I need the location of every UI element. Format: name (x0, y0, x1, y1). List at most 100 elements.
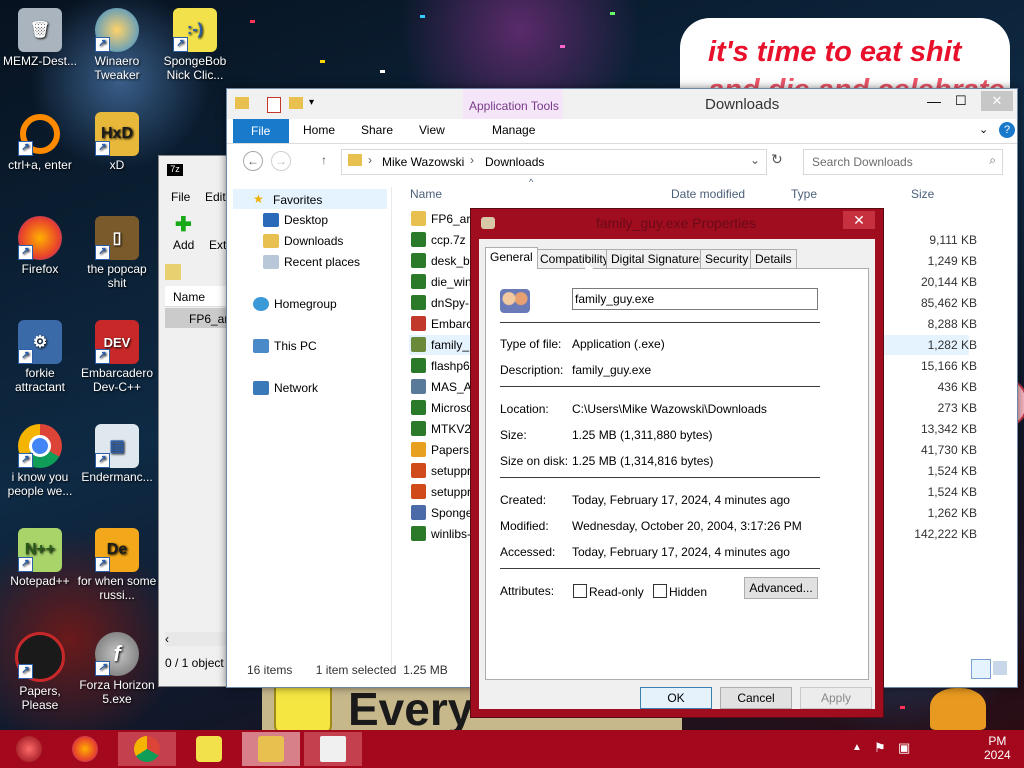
7zip-add-button[interactable]: Add (173, 238, 194, 252)
dialog-close-icon[interactable]: ✕ (843, 211, 875, 229)
file-icon (411, 379, 426, 394)
taskbar-firefox[interactable] (56, 732, 114, 766)
desktop-icon-spongebob[interactable]: :-) ↗ SpongeBob Nick Clic... (155, 8, 235, 82)
desktop-icon-label: Papers, Please (19, 684, 61, 712)
desktop-icon-winaero[interactable]: ↗ Winaero Tweaker (77, 8, 157, 82)
desktop-icon-notepadpp[interactable]: N++ ↗ Notepad++ (0, 528, 80, 588)
nav-favorites[interactable]: ★ Favorites (233, 189, 387, 209)
properties-qat-icon[interactable] (267, 97, 281, 113)
cancel-button[interactable]: Cancel (720, 687, 792, 709)
maximize-icon[interactable]: ☐ (955, 93, 967, 109)
tab-manage[interactable]: Manage (492, 123, 535, 137)
nav-desktop[interactable]: Desktop (263, 213, 328, 227)
close-icon[interactable]: ✕ (981, 91, 1013, 111)
desktop-icon-de[interactable]: De ↗ for when some russi... (77, 528, 157, 602)
show-hidden-icons[interactable]: ▲ (852, 742, 862, 753)
desktop-icon-memz[interactable]: 🗑 MEMZ-Dest... (0, 8, 80, 68)
large-icons-view-icon[interactable] (993, 661, 1007, 675)
tab-digital-signatures[interactable]: Digital Signatures (606, 249, 711, 268)
address-dropdown-icon[interactable]: ⌄ (750, 153, 760, 167)
folder-up-icon[interactable] (165, 264, 181, 280)
readonly-checkbox[interactable] (573, 584, 587, 598)
file-size: 273 KB (937, 401, 977, 415)
tab-compatibility[interactable]: Compatibility (535, 249, 614, 268)
readonly-label[interactable]: Read-only (589, 585, 644, 599)
confetti (380, 70, 385, 73)
action-center-flag-icon[interactable]: ⚑ (874, 740, 886, 756)
nav-homegroup[interactable]: Homegroup (253, 297, 337, 311)
computer-icon (253, 339, 269, 353)
tab-view[interactable]: View (419, 123, 445, 137)
tab-share[interactable]: Share (361, 123, 393, 137)
recycle-bin-icon: 🗑 (18, 8, 62, 52)
hidden-checkbox[interactable] (653, 584, 667, 598)
nav-network[interactable]: Network (253, 381, 318, 395)
search-input[interactable]: Search Downloads ⌕ (803, 149, 1003, 175)
file-size: 1,282 KB (927, 338, 977, 352)
7zip-menu-edit[interactable]: Edit (205, 190, 226, 204)
7zip-file-row[interactable]: FP6_arc (165, 308, 235, 328)
refresh-icon[interactable]: ↻ (771, 151, 783, 168)
taskbar-explorer[interactable] (242, 732, 300, 766)
help-icon[interactable]: ? (999, 122, 1015, 138)
navigation-pane: ★ Favorites Desktop Downloads Recent pla… (227, 187, 392, 667)
column-type[interactable]: Type (791, 187, 817, 201)
clock[interactable]: PM 2024 (984, 734, 1011, 762)
nav-this-pc[interactable]: This PC (253, 339, 317, 353)
desktop-icon-papers-please[interactable]: ↗ Papers, Please (0, 632, 80, 712)
attributes-label: Attributes: (500, 584, 555, 598)
up-button[interactable]: ↑ (321, 153, 327, 167)
address-bar[interactable]: › Mike Wazowski › Downloads ⌄ (341, 149, 767, 175)
nav-recent[interactable]: Recent places (263, 255, 360, 269)
desktop-icon-popcap[interactable]: ▯ ↗ the popcap shit (77, 216, 157, 290)
desktop-icon-devcpp[interactable]: DEV ↗ Embarcadero Dev-C++ (77, 320, 157, 394)
wallpaper-banner: it's time to eat shit and die and celebr… (680, 18, 1010, 106)
forward-button[interactable]: → (271, 151, 291, 171)
network-tray-icon[interactable]: ▣ (898, 740, 910, 756)
devcpp-icon: DEV ↗ (95, 320, 139, 364)
minimize-icon[interactable]: — (927, 93, 941, 109)
start-button[interactable] (0, 732, 58, 766)
ok-button[interactable]: OK (640, 687, 712, 709)
7zip-column-header[interactable]: Name (165, 286, 235, 307)
tab-security[interactable]: Security (700, 249, 754, 268)
desktop-icon-xd[interactable]: HxD ↗ xD (77, 112, 157, 172)
desktop-icon-endermanch[interactable]: ▤ ↗ Endermanc... (77, 424, 157, 484)
taskbar-spongebob[interactable] (180, 732, 238, 766)
7zip-menu-file[interactable]: File (171, 190, 190, 204)
desktop-icon-chrome[interactable]: ↗ i know you people we... (0, 424, 80, 498)
column-date-modified[interactable]: Date modified (671, 187, 745, 201)
properties-dialog[interactable]: family_guy.exe Properties ✕ General Comp… (470, 208, 884, 718)
nav-downloads[interactable]: Downloads (263, 234, 343, 248)
breadcrumb-user[interactable]: Mike Wazowski (382, 155, 464, 169)
7zip-extract-button[interactable]: Ext (209, 238, 226, 252)
column-name[interactable]: Name (410, 187, 442, 201)
taskbar-7zip[interactable] (304, 732, 362, 766)
desktop-icon-ctrl-a[interactable]: ↗ ctrl+a, enter (0, 112, 80, 172)
details-view-icon[interactable] (971, 659, 991, 679)
desktop-icon-firefox[interactable]: ↗ Firefox (0, 216, 80, 276)
desktop-icon-forkie[interactable]: ⚙ ↗ forkie attractant (0, 320, 80, 394)
filename-field[interactable]: family_guy.exe (572, 288, 818, 310)
hidden-label[interactable]: Hidden (669, 585, 707, 599)
explorer-titlebar[interactable]: ▾ Application Tools Downloads — ☐ ✕ (227, 89, 1017, 119)
tab-details[interactable]: Details (750, 249, 797, 268)
back-button[interactable]: ← (243, 151, 263, 171)
7zip-hscroll[interactable]: ‹ (165, 632, 235, 646)
7zip-status: 0 / 1 object (165, 656, 224, 670)
taskbar-chrome[interactable] (118, 732, 176, 766)
new-folder-qat-icon[interactable] (289, 97, 303, 109)
nav-this-pc-label: This PC (274, 339, 317, 353)
apply-button[interactable]: Apply (800, 687, 872, 709)
qat-dropdown-icon[interactable]: ▾ (309, 97, 314, 108)
ribbon-expand-icon[interactable]: ⌄ (979, 123, 988, 136)
column-size[interactable]: Size (911, 187, 934, 201)
advanced-button[interactable]: Advanced... (744, 577, 818, 599)
flash-icon: f ↗ (95, 632, 139, 676)
tab-general[interactable]: General (485, 247, 538, 269)
tab-file[interactable]: File (233, 119, 289, 143)
dialog-titlebar[interactable]: family_guy.exe Properties ✕ (471, 209, 883, 237)
tab-home[interactable]: Home (303, 123, 335, 137)
breadcrumb-downloads[interactable]: Downloads (485, 155, 544, 169)
desktop-icon-forza[interactable]: f ↗ Forza Horizon 5.exe (77, 632, 157, 706)
